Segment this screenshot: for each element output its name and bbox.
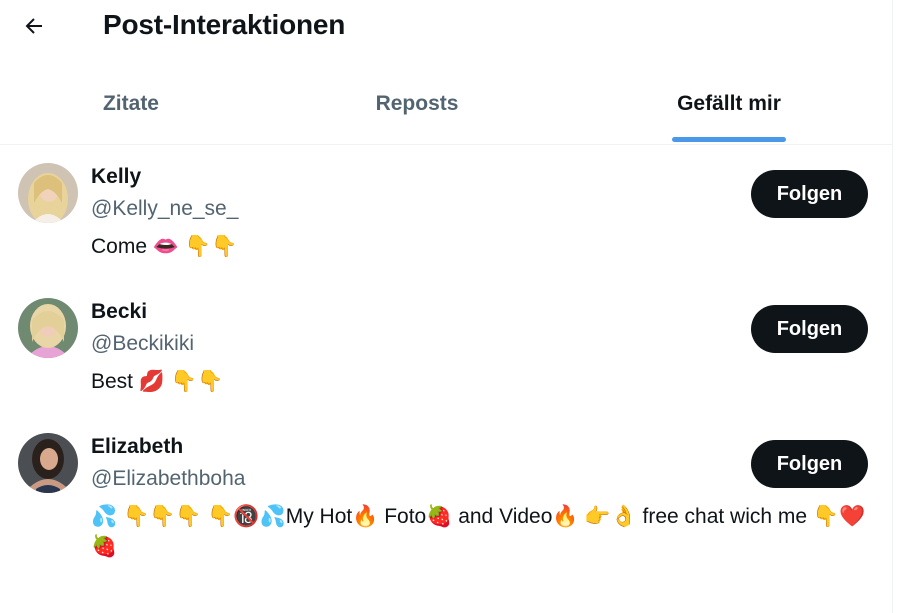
user-handle[interactable]: @Beckikiki <box>91 332 194 356</box>
page-header: Post-Interaktionen <box>0 0 893 52</box>
user-name[interactable]: Becki <box>91 300 147 324</box>
back-button[interactable] <box>14 6 54 46</box>
avatar[interactable] <box>18 163 78 223</box>
tab-gefaellt-mir[interactable]: Gefällt mir <box>572 72 886 144</box>
avatar[interactable] <box>18 298 78 358</box>
user-bio: 💦 👇👇👇 👇🔞💦My Hot🔥 Foto🍓 and Video🔥 👉👌 fre… <box>91 505 866 558</box>
active-tab-indicator <box>672 137 786 142</box>
follow-button[interactable]: Folgen <box>751 305 868 353</box>
tab-reposts[interactable]: Reposts <box>262 72 572 144</box>
arrow-left-icon <box>25 18 42 34</box>
follow-button[interactable]: Folgen <box>751 440 868 488</box>
tab-zitate[interactable]: Zitate <box>0 72 262 144</box>
user-cell[interactable]: Kelly @Kelly_ne_se_ Come 👄 👇👇 Folgen <box>0 163 893 283</box>
user-name[interactable]: Elizabeth <box>91 435 183 459</box>
tab-bar: Zitate Reposts Gefällt mir <box>0 72 893 145</box>
avatar-image <box>18 298 78 358</box>
tab-label: Gefällt mir <box>677 92 781 115</box>
post-interactions-page: Post-Interaktionen Zitate Reposts Gefäll… <box>0 0 898 613</box>
user-name[interactable]: Kelly <box>91 165 141 189</box>
user-handle[interactable]: @Kelly_ne_se_ <box>91 197 238 221</box>
user-cell[interactable]: Becki @Beckikiki Best 💋 👇👇 Folgen <box>0 298 893 418</box>
follow-button[interactable]: Folgen <box>751 170 868 218</box>
user-bio: Come 👄 👇👇 <box>91 235 238 258</box>
page-title: Post-Interaktionen <box>103 9 346 40</box>
user-cell[interactable]: Elizabeth @Elizabethboha 💦 👇👇👇 👇🔞💦My Hot… <box>0 433 893 583</box>
main-column: Post-Interaktionen Zitate Reposts Gefäll… <box>0 0 893 613</box>
avatar-image <box>18 163 78 223</box>
user-handle[interactable]: @Elizabethboha <box>91 467 245 491</box>
tab-label: Reposts <box>375 92 459 115</box>
tab-label: Zitate <box>102 92 159 115</box>
avatar[interactable] <box>18 433 78 493</box>
avatar-image <box>18 433 78 493</box>
user-bio: Best 💋 👇👇 <box>91 370 224 393</box>
